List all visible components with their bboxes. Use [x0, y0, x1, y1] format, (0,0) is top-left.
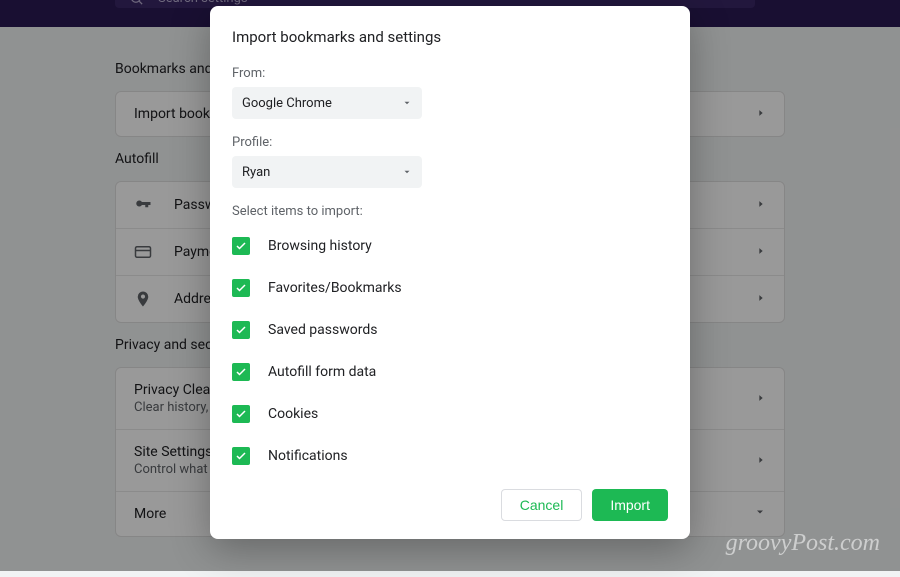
import-item: Browsing history	[232, 237, 668, 255]
check-icon	[235, 450, 247, 462]
dropdown-icon	[402, 167, 412, 177]
check-icon	[235, 240, 247, 252]
items-label: Select items to import:	[232, 204, 668, 219]
check-icon	[235, 324, 247, 336]
modal-overlay: Import bookmarks and settings From: Goog…	[0, 0, 900, 571]
import-label: Import	[610, 497, 650, 513]
dialog-title: Import bookmarks and settings	[232, 28, 668, 46]
checkbox[interactable]	[232, 321, 250, 339]
checkbox[interactable]	[232, 237, 250, 255]
check-icon	[235, 366, 247, 378]
cancel-button[interactable]: Cancel	[501, 489, 583, 521]
import-item-label: Notifications	[268, 448, 348, 464]
import-item-label: Saved passwords	[268, 322, 377, 338]
import-item: Autofill form data	[232, 363, 668, 381]
import-item-label: Autofill form data	[268, 364, 376, 380]
dropdown-icon	[402, 98, 412, 108]
checkbox[interactable]	[232, 279, 250, 297]
profile-label: Profile:	[232, 135, 668, 150]
from-select[interactable]: Google Chrome	[232, 87, 422, 119]
check-icon	[235, 282, 247, 294]
import-item: Saved passwords	[232, 321, 668, 339]
checkbox[interactable]	[232, 405, 250, 423]
checkbox[interactable]	[232, 447, 250, 465]
from-selected-value: Google Chrome	[242, 96, 332, 111]
import-button[interactable]: Import	[592, 489, 668, 521]
profile-select[interactable]: Ryan	[232, 156, 422, 188]
cancel-label: Cancel	[520, 497, 564, 513]
import-item: Favorites/Bookmarks	[232, 279, 668, 297]
import-items-list: Browsing history Favorites/Bookmarks Saved…	[232, 237, 668, 465]
check-icon	[235, 408, 247, 420]
import-item-label: Browsing history	[268, 238, 372, 254]
import-dialog: Import bookmarks and settings From: Goog…	[210, 6, 690, 539]
import-item: Cookies	[232, 405, 668, 423]
import-item: Notifications	[232, 447, 668, 465]
from-label: From:	[232, 66, 668, 81]
profile-selected-value: Ryan	[242, 165, 270, 180]
checkbox[interactable]	[232, 363, 250, 381]
import-item-label: Cookies	[268, 406, 318, 422]
dialog-actions: Cancel Import	[232, 489, 668, 521]
import-item-label: Favorites/Bookmarks	[268, 280, 402, 296]
